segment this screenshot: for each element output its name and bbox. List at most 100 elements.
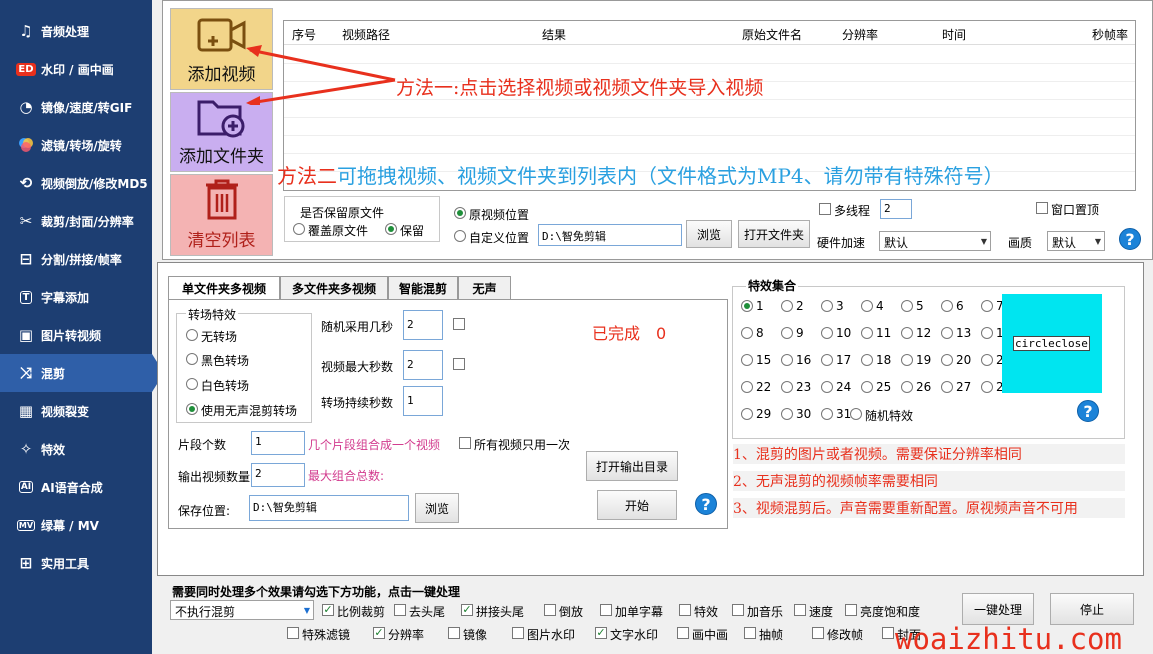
tab-smart-mix[interactable]: 智能混剪 (388, 276, 458, 299)
column-resolution[interactable]: 分辨率 (842, 26, 878, 43)
transition-silent-radio[interactable] (186, 403, 198, 415)
batch-checkbox-row1-3[interactable] (544, 604, 556, 616)
effect-radio-24[interactable] (821, 381, 833, 393)
sidebar-item-mix[interactable]: ⤨ 混剪 (0, 354, 164, 392)
output-count-field[interactable]: 2 (251, 463, 305, 487)
help-icon[interactable]: ? (695, 493, 717, 515)
batch-checkbox-row1-5[interactable] (679, 604, 691, 616)
one-click-process-button[interactable]: 一键处理 (962, 593, 1034, 625)
sidebar-item-watermark[interactable]: ED 水印 / 画中画 (0, 50, 152, 88)
batch-checkbox-row2-5[interactable] (677, 627, 689, 639)
effect-radio-20[interactable] (941, 354, 953, 366)
mix-browse-button[interactable]: 浏览 (415, 493, 459, 523)
effect-radio-12[interactable] (901, 327, 913, 339)
effect-random-radio[interactable] (850, 408, 862, 420)
effect-radio-7[interactable] (981, 300, 993, 312)
effect-radio-28[interactable] (981, 381, 993, 393)
effect-radio-13[interactable] (941, 327, 953, 339)
open-folder-button[interactable]: 打开文件夹 (738, 220, 810, 248)
mix-mode-select[interactable]: 不执行混剪 ▼ (170, 600, 314, 620)
sidebar-item-green-screen[interactable]: MV 绿幕 / MV (0, 506, 152, 544)
effect-radio-17[interactable] (821, 354, 833, 366)
browse-button[interactable]: 浏览 (686, 220, 732, 248)
effect-radio-6[interactable] (941, 300, 953, 312)
random-seconds-checkbox[interactable] (453, 318, 465, 330)
start-button[interactable]: 开始 (597, 490, 677, 520)
tab-silent[interactable]: 无声 (458, 276, 511, 299)
effect-radio-3[interactable] (821, 300, 833, 312)
sidebar-item-fission[interactable]: ▦ 视频裂变 (0, 392, 152, 430)
original-location-radio[interactable] (454, 207, 466, 219)
batch-checkbox-row2-3[interactable] (512, 627, 524, 639)
custom-location-radio[interactable] (454, 230, 466, 242)
effect-radio-25[interactable] (861, 381, 873, 393)
sidebar-item-filter[interactable]: 滤镜/转场/旋转 (0, 126, 152, 164)
batch-checkbox-row1-7[interactable] (794, 604, 806, 616)
transition-black-radio[interactable] (186, 353, 198, 365)
max-seconds-checkbox[interactable] (453, 358, 465, 370)
transition-duration-field[interactable]: 1 (403, 386, 443, 416)
sidebar-item-subtitle[interactable]: T 字幕添加 (0, 278, 152, 316)
overwrite-radio[interactable] (293, 223, 305, 235)
effect-radio-29[interactable] (741, 408, 753, 420)
batch-checkbox-row2-1[interactable]: ✓ (373, 627, 385, 639)
tab-multi-folder[interactable]: 多文件夹多视频 (280, 276, 388, 299)
effect-radio-4[interactable] (861, 300, 873, 312)
stop-button[interactable]: 停止 (1050, 593, 1134, 625)
sidebar-item-ai-voice[interactable]: AI AI语音合成 (0, 468, 152, 506)
effect-radio-11[interactable] (861, 327, 873, 339)
batch-checkbox-row2-2[interactable] (448, 627, 460, 639)
effect-radio-16[interactable] (781, 354, 793, 366)
sidebar-item-mirror-speed[interactable]: ◔ 镜像/速度/转GIF (0, 88, 152, 126)
max-seconds-field[interactable]: 2 (403, 350, 443, 380)
sidebar-item-split[interactable]: ⊟ 分割/拼接/帧率 (0, 240, 152, 278)
column-fps[interactable]: 秒帧率 (1092, 26, 1128, 43)
effect-radio-18[interactable] (861, 354, 873, 366)
effect-radio-1[interactable] (741, 300, 753, 312)
batch-checkbox-row1-1[interactable] (394, 604, 406, 616)
effect-radio-30[interactable] (781, 408, 793, 420)
column-result[interactable]: 结果 (542, 26, 566, 43)
segment-count-field[interactable]: 1 (251, 431, 305, 455)
save-path-field[interactable]: D:\智免剪辑 (249, 495, 409, 521)
effect-radio-21[interactable] (981, 354, 993, 366)
effect-radio-23[interactable] (781, 381, 793, 393)
tab-single-folder[interactable]: 单文件夹多视频 (168, 276, 280, 300)
sidebar-item-tools[interactable]: ⊞ 实用工具 (0, 544, 152, 582)
multithread-checkbox[interactable] (819, 203, 831, 215)
thread-count-field[interactable]: 2 (880, 199, 912, 219)
sidebar-item-image-to-video[interactable]: ▣ 图片转视频 (0, 316, 152, 354)
random-seconds-field[interactable]: 2 (403, 310, 443, 340)
effect-radio-26[interactable] (901, 381, 913, 393)
batch-checkbox-row1-2[interactable]: ✓ (461, 604, 473, 616)
quality-select[interactable]: 默认 ▼ (1047, 231, 1105, 251)
effect-radio-14[interactable] (981, 327, 993, 339)
batch-checkbox-row2-8[interactable] (882, 627, 894, 639)
effect-radio-19[interactable] (901, 354, 913, 366)
batch-checkbox-row1-4[interactable] (600, 604, 612, 616)
sidebar-item-reverse[interactable]: ⟲ 视频倒放/修改MD5 (0, 164, 152, 202)
batch-checkbox-row2-7[interactable] (812, 627, 824, 639)
effect-radio-8[interactable] (741, 327, 753, 339)
batch-checkbox-row1-6[interactable] (732, 604, 744, 616)
output-path-field[interactable]: D:\智免剪辑 (538, 224, 682, 246)
hw-accel-select[interactable]: 默认 ▼ (879, 231, 991, 251)
clear-list-button[interactable]: 清空列表 (170, 174, 273, 256)
batch-checkbox-row1-8[interactable] (845, 604, 857, 616)
batch-checkbox-row2-4[interactable]: ✓ (595, 627, 607, 639)
batch-checkbox-row2-6[interactable] (744, 627, 756, 639)
transition-white-radio[interactable] (186, 378, 198, 390)
effect-radio-10[interactable] (821, 327, 833, 339)
effect-radio-2[interactable] (781, 300, 793, 312)
effect-radio-22[interactable] (741, 381, 753, 393)
sidebar-item-audio[interactable]: ♫ 音频处理 (0, 12, 152, 50)
effect-radio-5[interactable] (901, 300, 913, 312)
keep-radio[interactable] (385, 223, 397, 235)
batch-checkbox-row2-0[interactable] (287, 627, 299, 639)
transition-none-radio[interactable] (186, 329, 198, 341)
batch-checkbox-row1-0[interactable]: ✓ (322, 604, 334, 616)
column-original-name[interactable]: 原始文件名 (742, 26, 802, 43)
effect-radio-9[interactable] (781, 327, 793, 339)
effect-radio-15[interactable] (741, 354, 753, 366)
use-once-checkbox[interactable] (459, 437, 471, 449)
